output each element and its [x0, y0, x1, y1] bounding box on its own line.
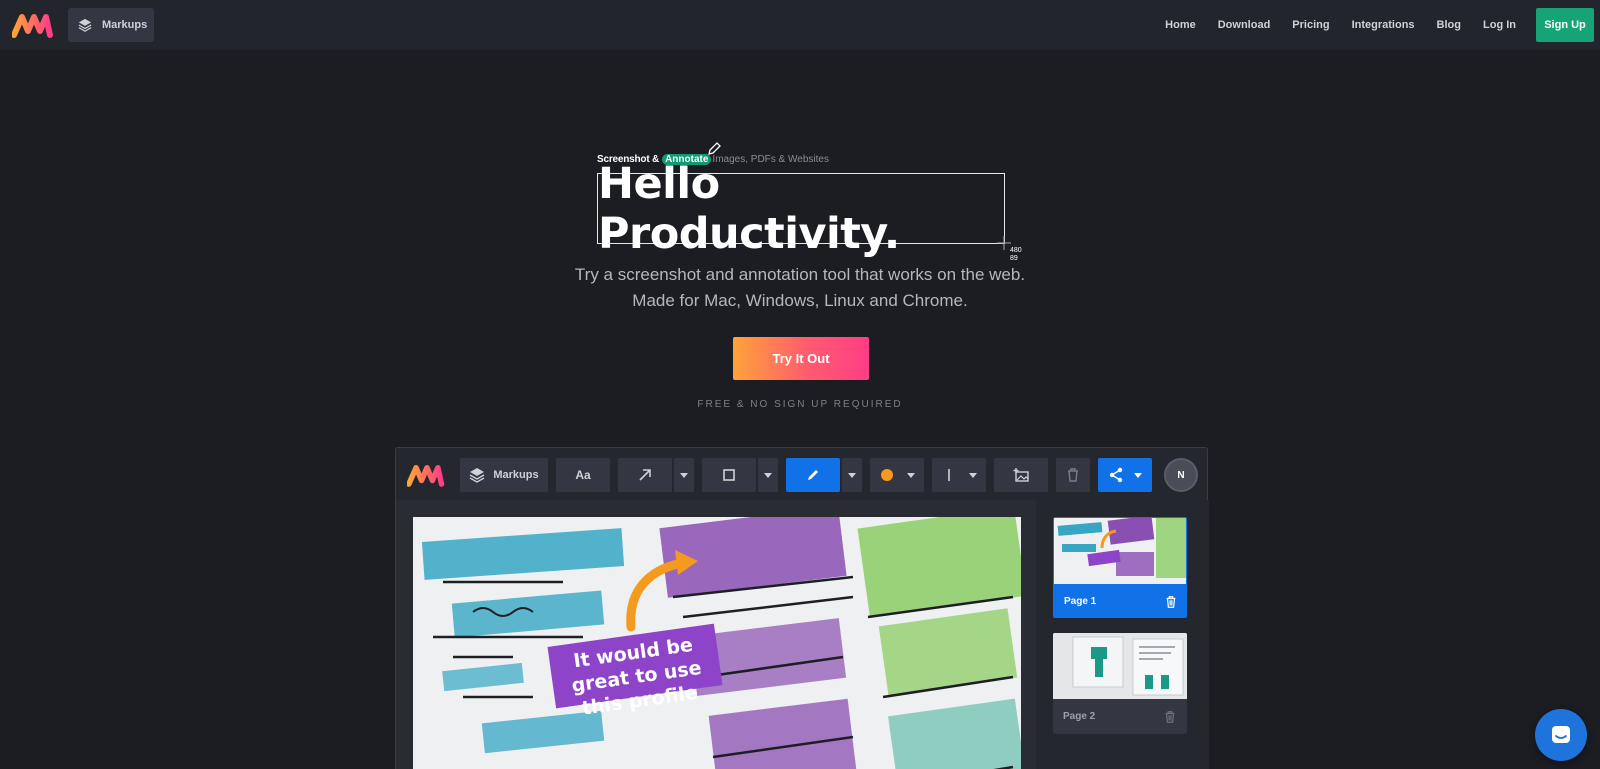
- trash-icon[interactable]: [1164, 595, 1178, 609]
- page-card-1[interactable]: Page 1: [1053, 517, 1187, 618]
- rectangle-icon: [723, 469, 735, 481]
- arrow-tool-button[interactable]: [618, 458, 672, 492]
- add-image-button[interactable]: [994, 458, 1048, 492]
- chevron-down-icon: [848, 472, 856, 478]
- page-2-thumbnail: [1053, 633, 1187, 699]
- app-preview: Markups Aa N It would be great to use th…: [395, 447, 1209, 769]
- pen-tool-dropdown[interactable]: [842, 458, 862, 492]
- arrow-tool-dropdown[interactable]: [674, 458, 694, 492]
- share-button[interactable]: [1098, 458, 1152, 492]
- dimension-readout: 480 89: [1010, 247, 1022, 263]
- share-icon: [1109, 467, 1123, 483]
- editor-toolbar: Markups Aa N: [396, 448, 1207, 500]
- hero-subtitle: Try a screenshot and annotation tool tha…: [574, 265, 1026, 310]
- nav-pricing[interactable]: Pricing: [1292, 19, 1329, 31]
- try-it-out-button[interactable]: Try It Out: [733, 337, 869, 380]
- markup-hero-logo[interactable]: [12, 11, 56, 39]
- page-2-footer: Page 2: [1053, 699, 1187, 734]
- chevron-down-icon: [907, 472, 915, 478]
- stroke-width-icon: [948, 469, 950, 481]
- text-tool-button[interactable]: Aa: [556, 458, 610, 492]
- chevron-down-icon: [1134, 472, 1142, 478]
- crosshair-icon: [997, 236, 1011, 250]
- add-image-icon: [1013, 468, 1029, 482]
- page-2-label: Page 2: [1063, 711, 1096, 722]
- hero-headline: Hello Productivity.: [598, 158, 900, 259]
- chevron-down-icon: [764, 472, 772, 478]
- color-swatch-icon: [881, 469, 893, 481]
- wireframe-sketch: [413, 517, 1021, 769]
- avatar[interactable]: N: [1164, 458, 1198, 492]
- nav-integrations[interactable]: Integrations: [1352, 19, 1415, 31]
- markups-menu-button[interactable]: Markups: [68, 8, 154, 42]
- wireframe-image[interactable]: It would be great to use this profile: [413, 517, 1021, 769]
- app-markups-label: Markups: [493, 469, 539, 481]
- page-card-2[interactable]: Page 2: [1053, 633, 1187, 734]
- rectangle-tool-button[interactable]: [702, 458, 756, 492]
- chevron-down-icon: [680, 472, 688, 478]
- stroke-width-button[interactable]: [932, 458, 986, 492]
- pages-panel: Page 1 Page 2: [1036, 500, 1209, 769]
- page-2-thumbnail-art: [1053, 633, 1187, 699]
- chat-widget-button[interactable]: [1535, 709, 1587, 761]
- pen-tool-button[interactable]: [786, 458, 840, 492]
- trash-icon: [1068, 468, 1078, 482]
- arrow-icon: [639, 469, 651, 481]
- layers-icon: [470, 468, 485, 483]
- top-navbar: Markups Home Download Pricing Integratio…: [0, 0, 1600, 50]
- headline-selection-box: Hello Productivity.: [597, 159, 1005, 259]
- signup-button[interactable]: Sign Up: [1536, 8, 1594, 42]
- rectangle-tool-dropdown[interactable]: [758, 458, 778, 492]
- page-1-thumbnail-art: [1054, 518, 1186, 584]
- nav-blog[interactable]: Blog: [1437, 19, 1461, 31]
- canvas-area: It would be great to use this profile: [396, 500, 1036, 769]
- nav-login[interactable]: Log In: [1483, 19, 1516, 31]
- free-note: FREE & NO SIGN UP REQUIRED: [697, 399, 903, 410]
- app-logo: [407, 465, 445, 487]
- page-1-label: Page 1: [1064, 596, 1097, 607]
- color-picker-button[interactable]: [870, 458, 924, 492]
- main-nav: Home Download Pricing Integrations Blog …: [1143, 0, 1600, 50]
- page-1-footer: Page 1: [1054, 584, 1186, 617]
- trash-icon[interactable]: [1163, 710, 1177, 724]
- delete-button[interactable]: [1056, 458, 1090, 492]
- markups-label: Markups: [102, 19, 148, 31]
- text-tool-label: Aa: [575, 468, 591, 482]
- page-1-thumbnail: [1054, 518, 1186, 584]
- layers-icon: [78, 18, 92, 32]
- pen-icon: [808, 470, 818, 480]
- dimension-width: 480: [1010, 247, 1022, 254]
- nav-download[interactable]: Download: [1218, 19, 1271, 31]
- chevron-down-icon: [969, 472, 977, 478]
- chat-icon: [1552, 726, 1570, 743]
- pencil-icon: [708, 142, 721, 155]
- nav-home[interactable]: Home: [1165, 19, 1196, 31]
- app-markups-button[interactable]: Markups: [460, 458, 548, 492]
